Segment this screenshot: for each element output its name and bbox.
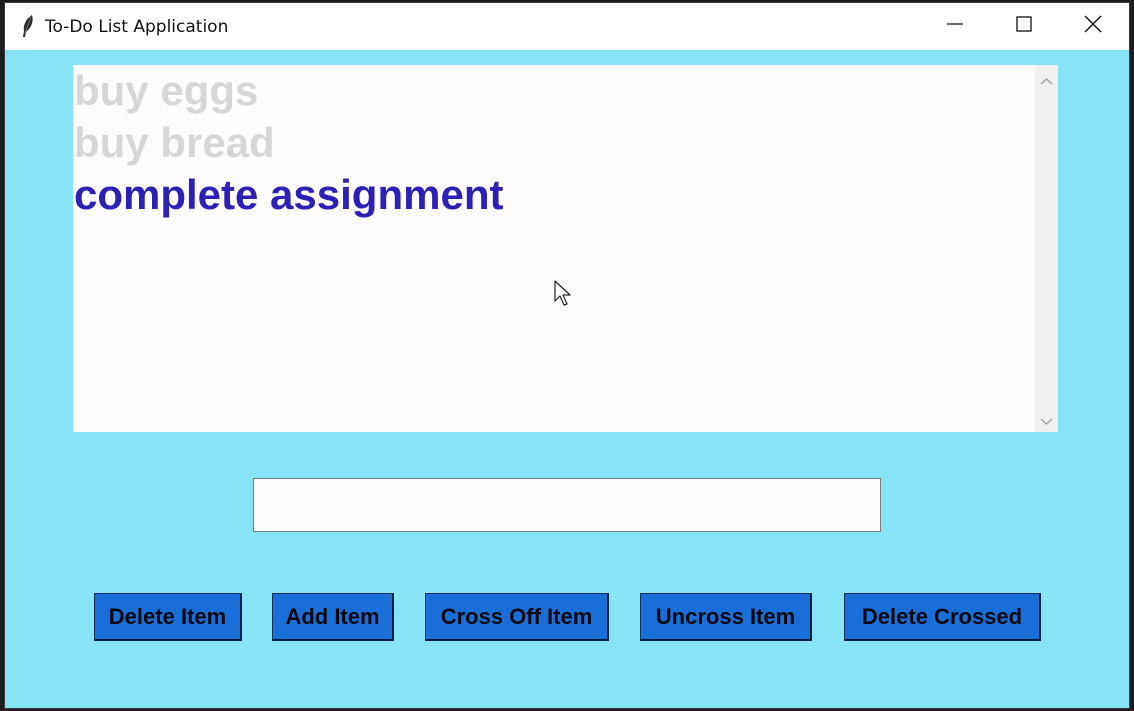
maximize-icon [1016, 16, 1032, 37]
app-window: To-Do List Application buy eggs buy brea… [4, 2, 1130, 709]
minimize-button[interactable] [921, 3, 989, 50]
title-bar[interactable]: To-Do List Application [5, 3, 1129, 50]
new-item-input[interactable] [253, 478, 881, 532]
add-item-button[interactable]: Add Item [272, 593, 394, 641]
vertical-scrollbar[interactable] [1035, 65, 1058, 432]
todo-listbox[interactable]: buy eggs buy bread complete assignment [73, 65, 1058, 432]
uncross-item-button[interactable]: Uncross Item [640, 593, 812, 641]
delete-crossed-button[interactable]: Delete Crossed [844, 593, 1041, 641]
delete-item-button[interactable]: Delete Item [94, 593, 242, 641]
cross-off-item-button[interactable]: Cross Off Item [425, 593, 609, 641]
close-icon [1084, 15, 1102, 38]
window-title: To-Do List Application [45, 17, 229, 37]
close-button[interactable] [1059, 3, 1127, 50]
list-item[interactable]: complete assignment [74, 169, 503, 221]
mouse-cursor-icon [554, 280, 574, 313]
feather-icon [20, 14, 36, 38]
list-item[interactable]: buy bread [74, 117, 275, 169]
scroll-down-arrow-icon[interactable] [1040, 413, 1053, 431]
maximize-button[interactable] [990, 3, 1058, 50]
scroll-up-arrow-icon[interactable] [1040, 73, 1053, 91]
list-item[interactable]: buy eggs [74, 65, 258, 117]
minimize-icon [947, 16, 963, 37]
